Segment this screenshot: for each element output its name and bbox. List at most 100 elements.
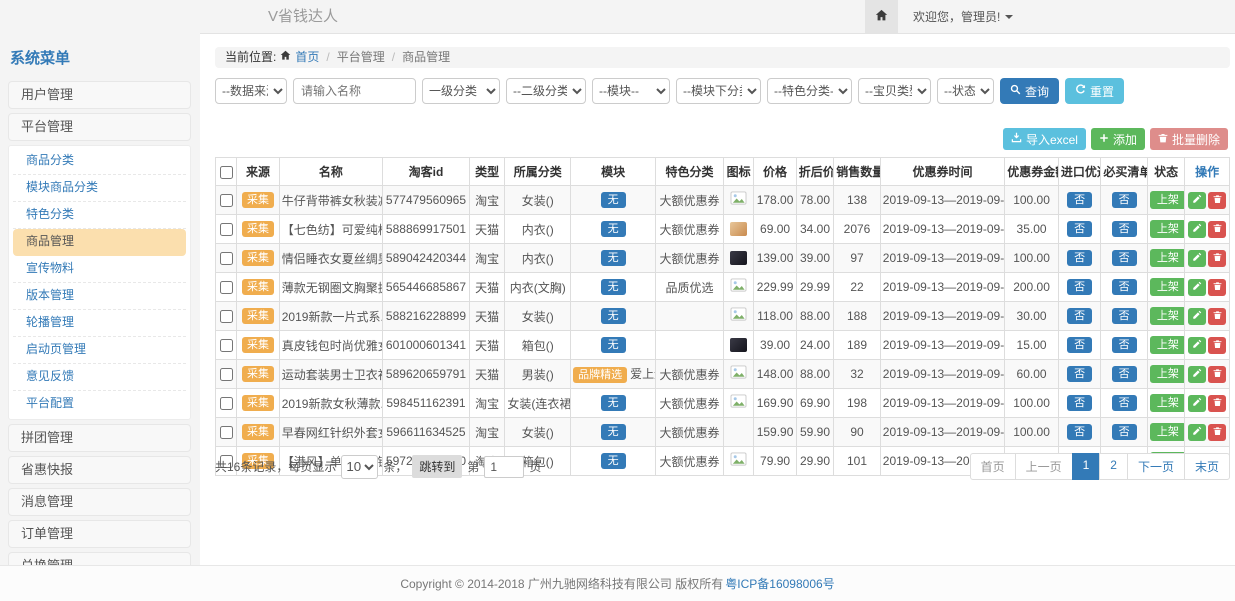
must-buy-badge[interactable]: 否 — [1112, 337, 1137, 353]
user-menu[interactable]: 欢迎您，管理员! — [913, 8, 1013, 25]
must-buy-badge[interactable]: 否 — [1112, 192, 1137, 208]
status-badge[interactable]: 上架 — [1150, 278, 1185, 296]
sidebar-item[interactable]: 启动页管理 — [13, 337, 186, 364]
taoke-id-cell: 598451162391 — [382, 389, 469, 418]
status-badge[interactable]: 上架 — [1150, 191, 1185, 209]
must-buy-badge[interactable]: 否 — [1112, 366, 1137, 382]
reset-button[interactable]: 重置 — [1065, 78, 1124, 104]
sidebar-item-group[interactable]: 省惠快报 — [8, 456, 191, 484]
breadcrumb-home-link[interactable]: 首页 — [295, 47, 319, 68]
import-select-badge[interactable]: 否 — [1067, 337, 1092, 353]
import-select-badge[interactable]: 否 — [1067, 221, 1092, 237]
status-badge[interactable]: 上架 — [1150, 307, 1185, 325]
import-select-badge[interactable]: 否 — [1067, 308, 1092, 324]
pager-button-首页[interactable]: 首页 — [970, 453, 1016, 480]
import-excel-button[interactable]: 导入excel — [1003, 128, 1086, 150]
edit-button[interactable] — [1188, 221, 1206, 238]
sidebar-item[interactable]: 宣传物料 — [13, 256, 186, 283]
status-badge[interactable]: 上架 — [1150, 220, 1185, 238]
must-buy-badge[interactable]: 否 — [1112, 395, 1137, 411]
sidebar-item[interactable]: 商品管理 — [13, 229, 186, 256]
delete-button[interactable] — [1208, 221, 1226, 238]
filter-select-1[interactable]: --二级分类-- — [506, 78, 586, 104]
import-select-badge[interactable]: 否 — [1067, 395, 1092, 411]
delete-button[interactable] — [1208, 192, 1226, 209]
status-badge[interactable]: 上架 — [1150, 249, 1185, 267]
edit-button[interactable] — [1188, 279, 1206, 296]
icp-link[interactable]: 粤ICP备16098006号 — [725, 575, 834, 592]
delete-button[interactable] — [1208, 279, 1226, 296]
status-badge[interactable]: 上架 — [1150, 365, 1185, 383]
filter-select-5[interactable]: --宝贝类型-- — [858, 78, 931, 104]
filter-select-4[interactable]: --特色分类-- — [767, 78, 852, 104]
must-buy-badge[interactable]: 否 — [1112, 279, 1137, 295]
filter-select-2[interactable]: --模块-- — [592, 78, 670, 104]
delete-button[interactable] — [1208, 337, 1226, 354]
import-select-badge[interactable]: 否 — [1067, 250, 1092, 266]
filter-select-0[interactable]: 一级分类 — [422, 78, 500, 104]
must-buy-badge[interactable]: 否 — [1112, 424, 1137, 440]
status-badge[interactable]: 上架 — [1150, 423, 1185, 441]
sidebar-item[interactable]: 轮播管理 — [13, 310, 186, 337]
pager-button-1[interactable]: 1 — [1072, 453, 1101, 480]
import-select-badge[interactable]: 否 — [1067, 424, 1092, 440]
pager-button-2[interactable]: 2 — [1099, 453, 1128, 480]
row-checkbox[interactable] — [220, 368, 233, 381]
import-select-badge[interactable]: 否 — [1067, 192, 1092, 208]
delete-button[interactable] — [1208, 395, 1226, 412]
row-checkbox[interactable] — [220, 281, 233, 294]
edit-button[interactable] — [1188, 366, 1206, 383]
sidebar-item[interactable]: 版本管理 — [13, 283, 186, 310]
jump-page-input[interactable] — [484, 456, 524, 478]
sidebar-item-group[interactable]: 消息管理 — [8, 488, 191, 516]
jump-button[interactable]: 跳转到 — [412, 455, 462, 478]
pager-button-上一页[interactable]: 上一页 — [1015, 453, 1073, 480]
status-badge[interactable]: 上架 — [1150, 394, 1185, 412]
sidebar-item-group[interactable]: 平台管理 — [8, 113, 191, 141]
row-checkbox[interactable] — [220, 310, 233, 323]
edit-button[interactable] — [1188, 395, 1206, 412]
edit-button[interactable] — [1188, 192, 1206, 209]
home-button[interactable] — [865, 0, 898, 33]
select-all-checkbox[interactable] — [220, 166, 233, 179]
sidebar-item-group[interactable]: 拼团管理 — [8, 424, 191, 452]
edit-button[interactable] — [1188, 308, 1206, 325]
sidebar-item[interactable]: 模块商品分类 — [13, 175, 186, 202]
row-checkbox[interactable] — [220, 194, 233, 207]
edit-button[interactable] — [1188, 250, 1206, 267]
sidebar-item[interactable]: 特色分类 — [13, 202, 186, 229]
batch-delete-button[interactable]: 批量删除 — [1150, 128, 1228, 150]
row-checkbox[interactable] — [220, 223, 233, 236]
must-buy-badge[interactable]: 否 — [1112, 308, 1137, 324]
filter-select-6[interactable]: --状态-- — [937, 78, 994, 104]
sidebar-item-group[interactable]: 兑换管理 — [8, 552, 191, 565]
add-button[interactable]: 添加 — [1091, 128, 1145, 150]
page-size-select[interactable]: 10 — [341, 455, 378, 479]
delete-button[interactable] — [1208, 308, 1226, 325]
sidebar-item-group[interactable]: 用户管理 — [8, 81, 191, 109]
delete-button[interactable] — [1208, 250, 1226, 267]
sidebar-item[interactable]: 平台配置 — [13, 391, 186, 417]
must-buy-badge[interactable]: 否 — [1112, 221, 1137, 237]
delete-button[interactable] — [1208, 366, 1226, 383]
row-checkbox[interactable] — [220, 426, 233, 439]
pager-button-末页[interactable]: 末页 — [1184, 453, 1230, 480]
name-search-input[interactable] — [293, 78, 416, 104]
row-checkbox[interactable] — [220, 339, 233, 352]
pager-button-下一页[interactable]: 下一页 — [1127, 453, 1185, 480]
sidebar-item-group[interactable]: 订单管理 — [8, 520, 191, 548]
delete-button[interactable] — [1208, 424, 1226, 441]
sidebar-item[interactable]: 商品分类 — [13, 148, 186, 175]
edit-button[interactable] — [1188, 337, 1206, 354]
sidebar-item[interactable]: 意见反馈 — [13, 364, 186, 391]
status-badge[interactable]: 上架 — [1150, 336, 1185, 354]
row-checkbox[interactable] — [220, 252, 233, 265]
row-checkbox[interactable] — [220, 397, 233, 410]
search-button[interactable]: 查询 — [1000, 78, 1059, 104]
filter-data-source-select[interactable]: --数据来源-- — [215, 78, 287, 104]
edit-button[interactable] — [1188, 424, 1206, 441]
import-select-badge[interactable]: 否 — [1067, 279, 1092, 295]
import-select-badge[interactable]: 否 — [1067, 366, 1092, 382]
must-buy-badge[interactable]: 否 — [1112, 250, 1137, 266]
filter-select-3[interactable]: --模块下分类-- — [676, 78, 761, 104]
